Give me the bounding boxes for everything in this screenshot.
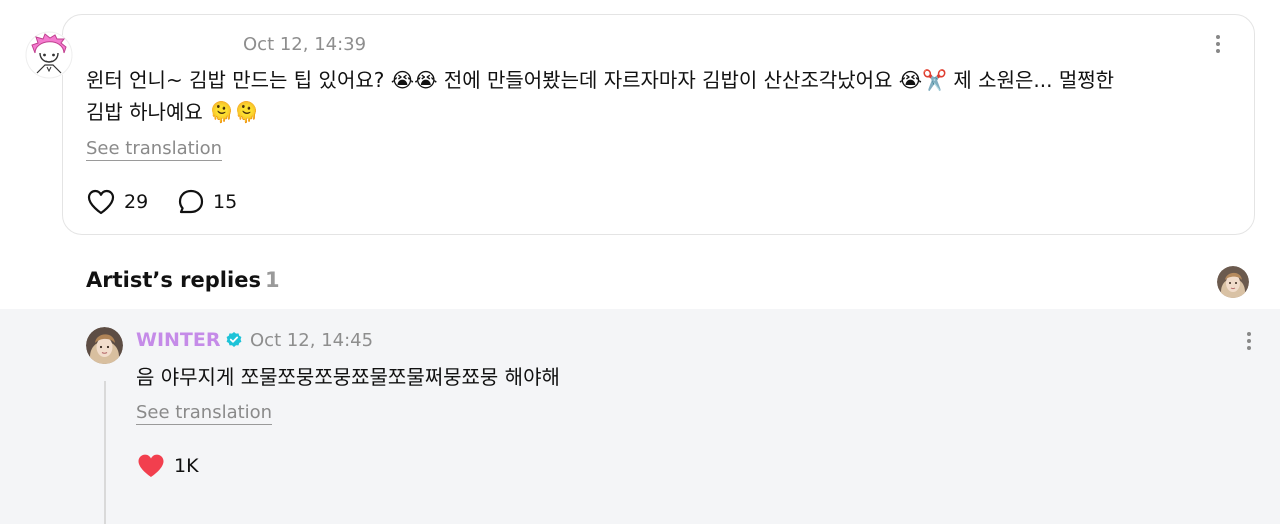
post-comment-button[interactable]: 15 (177, 188, 237, 216)
artist-replies-count: 1 (264, 268, 280, 292)
artist-replies-title: Artist’s replies (86, 268, 261, 292)
heart-outline-icon (87, 189, 115, 215)
fan-avatar-drawing (25, 31, 73, 79)
post-text-line-2: 김밥 하나예요 🫠🫠 (86, 100, 259, 124)
artist-avatar-small-image (1217, 266, 1249, 298)
artist-reply: WINTER Oct 12, 14:45 음 야무지게 쪼물쪼뭉쪼뭉쬬물쪼물쩌뭉… (0, 309, 1280, 524)
post-like-count: 29 (124, 191, 149, 213)
post-see-translation-link[interactable]: See translation (86, 138, 223, 161)
post-text-line-1: 윈터 언니~ 김밥 만드는 팁 있어요? 😭😭 전에 만들어봤는데 자르자마자 … (86, 68, 1115, 92)
speech-bubble-icon (178, 189, 204, 214)
reply-like-count: 1K (174, 455, 199, 477)
verified-badge-icon (226, 332, 241, 347)
reply-see-translation-link[interactable]: See translation (136, 402, 273, 425)
artist-avatar[interactable] (86, 327, 123, 364)
reply-timestamp: Oct 12, 14:45 (250, 330, 374, 351)
fan-avatar[interactable] (25, 31, 73, 79)
post-comment-count: 15 (213, 191, 238, 213)
post-text: 윈터 언니~ 김밥 만드는 팁 있어요? 😭😭 전에 만들어봤는데 자르자마자 … (86, 64, 1226, 128)
heart-filled-icon (138, 454, 164, 477)
artist-avatar-image (86, 327, 123, 364)
artist-avatar-small[interactable] (1217, 266, 1249, 298)
artist-replies-heading: Artist’s replies 1 (86, 268, 280, 292)
thread-line (104, 381, 106, 524)
artist-name-link[interactable]: WINTER (136, 329, 243, 351)
post-more-options-icon[interactable] (1206, 32, 1230, 56)
reply-like-button[interactable]: 1K (136, 452, 199, 480)
community-thread: Oct 12, 14:39 윈터 언니~ 김밥 만드는 팁 있어요? 😭😭 전에… (0, 0, 1280, 524)
post-like-button[interactable]: 29 (86, 188, 148, 216)
post-timestamp: Oct 12, 14:39 (243, 34, 367, 55)
reply-more-options-icon[interactable] (1237, 329, 1261, 353)
reply-text: 음 야무지게 쪼물쪼뭉쪼뭉쬬물쪼물쩌뭉쬬뭉 해야해 (136, 365, 560, 389)
artist-name: WINTER (136, 329, 221, 351)
